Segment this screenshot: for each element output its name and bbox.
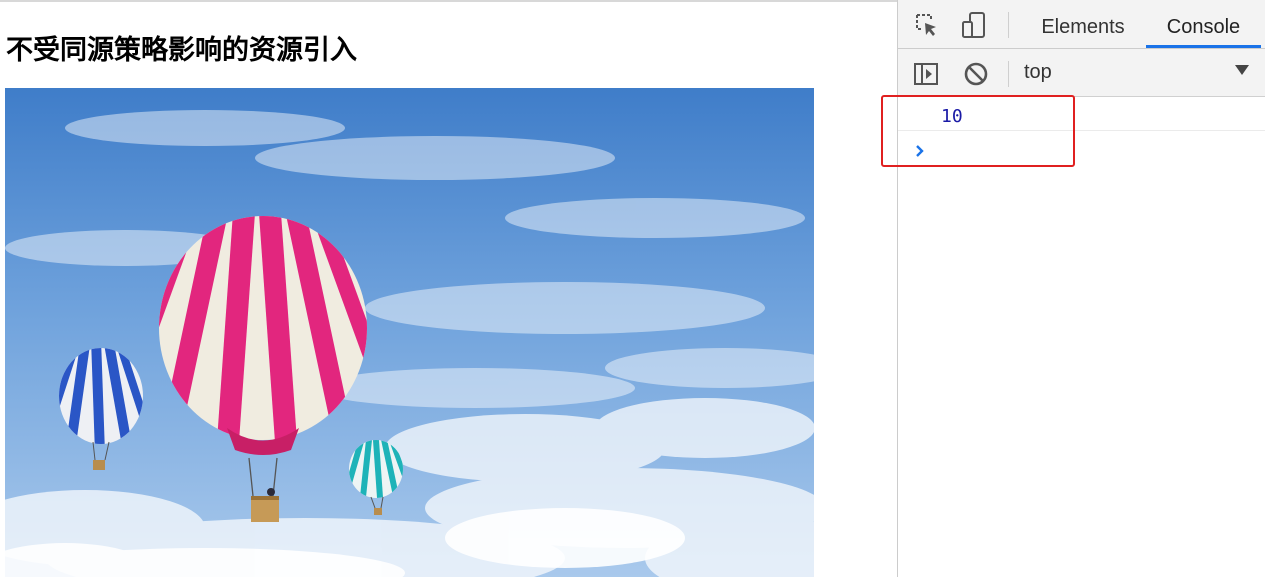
tabbar-separator — [1008, 12, 1009, 38]
console-input[interactable] — [914, 140, 1254, 164]
tab-console[interactable]: Console — [1146, 0, 1261, 48]
tab-elements[interactable]: Elements — [1034, 0, 1132, 48]
console-toolbar: top — [898, 49, 1265, 97]
inspect-element-icon[interactable] — [912, 10, 942, 40]
chevron-down-icon[interactable] — [1235, 65, 1249, 75]
prompt-chevron-icon — [916, 145, 924, 157]
console-message: 10 — [898, 98, 1265, 131]
device-toolbar-icon[interactable] — [959, 10, 989, 40]
toolbar-separator — [1008, 61, 1009, 87]
devtools-tabbar: Elements Console — [898, 0, 1265, 49]
devtools-panel: Elements Console top 10 — [897, 0, 1265, 577]
hot-air-balloons-image — [5, 88, 814, 577]
web-page: 不受同源策略影响的资源引入 — [0, 0, 897, 577]
clear-console-icon[interactable] — [961, 59, 991, 89]
console-sidebar-icon[interactable] — [911, 59, 941, 89]
console-output-value: 10 — [941, 106, 963, 127]
context-selector[interactable]: top — [1024, 61, 1052, 84]
page-title: 不受同源策略影响的资源引入 — [6, 35, 357, 66]
